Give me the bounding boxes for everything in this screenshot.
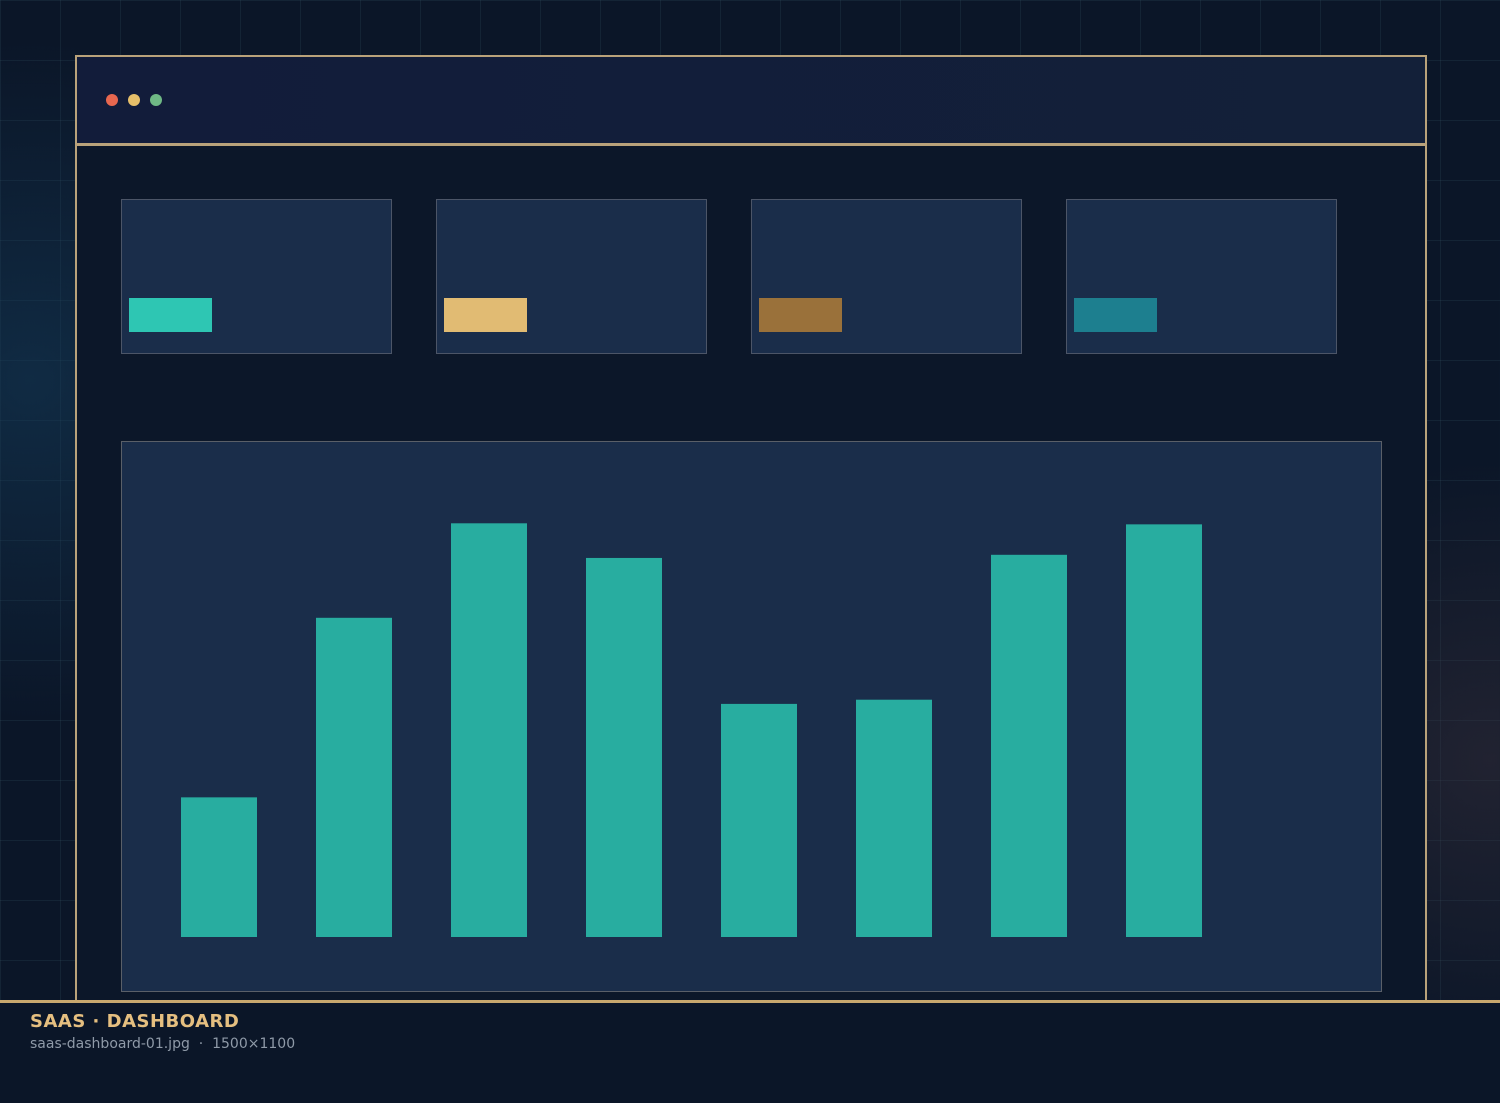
stat-card-3-accent-bar (759, 298, 842, 332)
chart-bar-5[interactable] (721, 703, 797, 937)
caption-separator: · (198, 1036, 204, 1052)
stat-card-2-accent-bar (444, 298, 527, 332)
window-titlebar (77, 57, 1425, 146)
stat-card-1-accent-bar (129, 298, 212, 332)
caption-meta: saas-dashboard-01.jpg · 1500×1100 (30, 1036, 295, 1052)
window-zoom-button[interactable] (150, 94, 162, 106)
bar-chart-panel (121, 441, 1382, 992)
stat-card-1[interactable] (121, 199, 392, 354)
chart-bar-6[interactable] (856, 699, 932, 937)
bar-chart (181, 523, 1202, 937)
chart-bar-3[interactable] (451, 523, 527, 937)
chart-bar-2[interactable] (316, 617, 392, 937)
stat-card-2[interactable] (436, 199, 707, 354)
chart-bar-1[interactable] (181, 797, 257, 937)
chart-bar-4[interactable] (586, 557, 662, 937)
window-close-button[interactable] (106, 94, 118, 106)
caption-footer: SAAS · DASHBOARD saas-dashboard-01.jpg ·… (0, 1000, 1500, 1103)
caption-title: SAAS · DASHBOARD (30, 1011, 240, 1032)
window-minimize-button[interactable] (128, 94, 140, 106)
chart-bar-7[interactable] (991, 554, 1067, 937)
caption-dimensions: 1500×1100 (212, 1036, 296, 1052)
stat-card-4[interactable] (1066, 199, 1337, 354)
chart-bar-8[interactable] (1126, 524, 1202, 937)
app-window (75, 55, 1427, 1047)
caption-file-name: saas-dashboard-01.jpg (30, 1036, 190, 1052)
stat-card-4-accent-bar (1074, 298, 1157, 332)
stat-card-3[interactable] (751, 199, 1022, 354)
